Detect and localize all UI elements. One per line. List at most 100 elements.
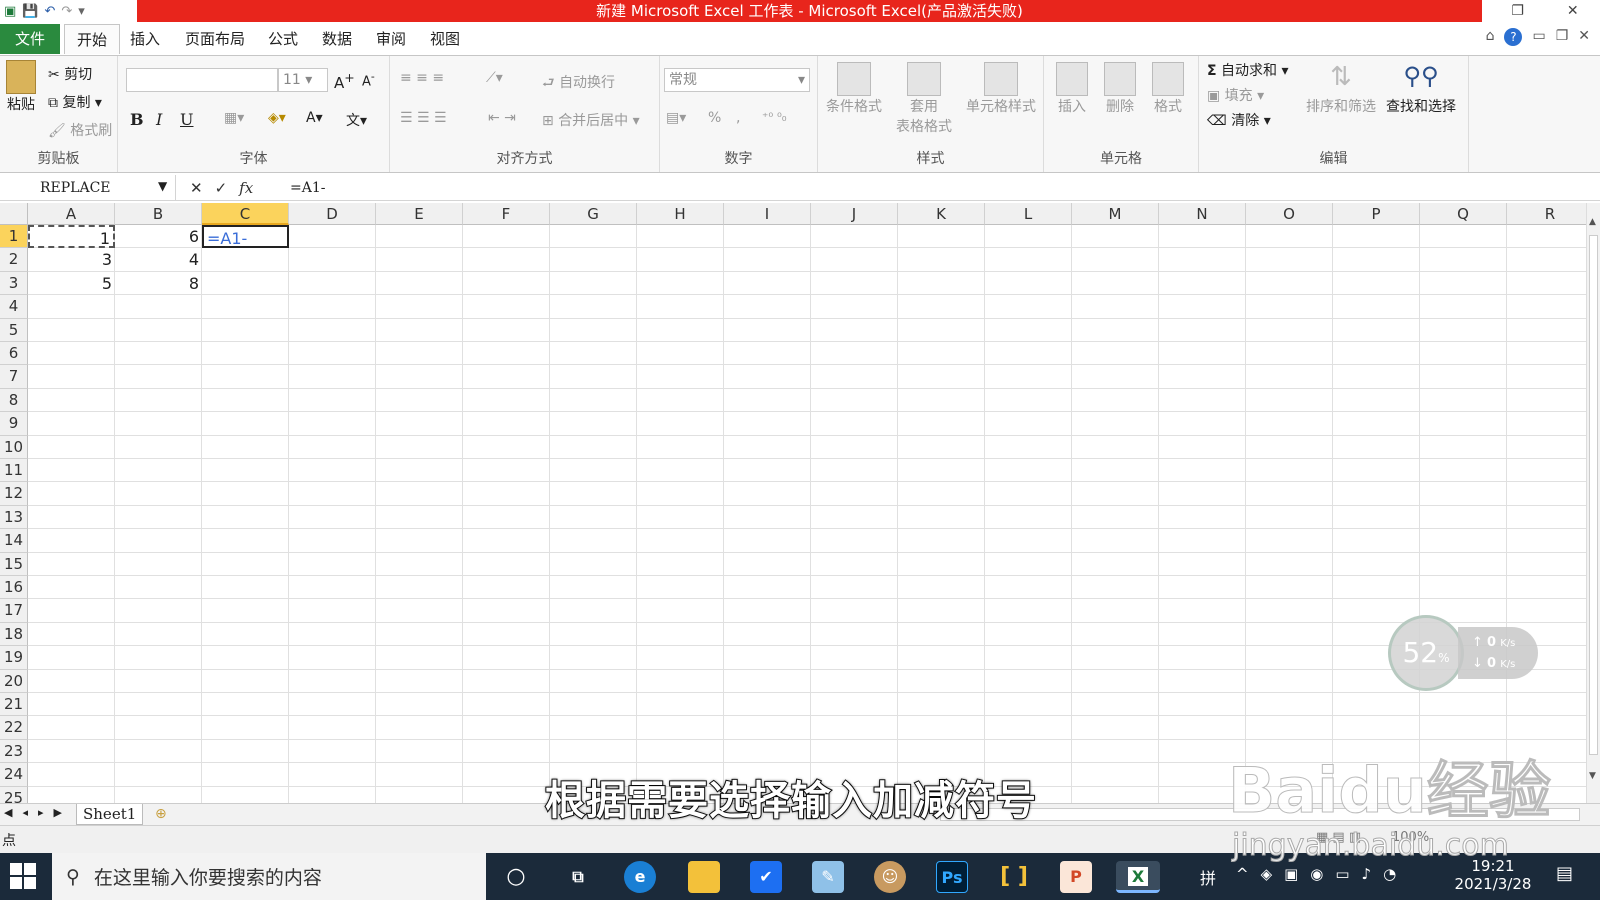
tab-formulas[interactable]: 公式 (268, 24, 298, 54)
column-header-m[interactable]: M (1072, 203, 1159, 225)
bold-button[interactable]: B (130, 110, 144, 129)
row-header-5[interactable]: 5 (0, 318, 28, 342)
column-header-b[interactable]: B (115, 203, 202, 225)
excel-taskbar-icon[interactable]: X (1116, 861, 1160, 893)
system-tray-icons[interactable]: ^◈▣◉▭♪◔ (1236, 865, 1408, 883)
tab-insert[interactable]: 插入 (130, 24, 160, 54)
copy-button[interactable]: ⧉ 复制 ▾ (48, 92, 102, 112)
row-header-15[interactable]: 15 (0, 552, 28, 576)
column-header-c[interactable]: C (202, 203, 289, 225)
column-header-j[interactable]: J (811, 203, 898, 225)
cell-b2[interactable]: 4 (115, 248, 202, 271)
row-header-3[interactable]: 3 (0, 271, 28, 296)
save-icon[interactable]: 💾 (22, 4, 38, 19)
edge-icon[interactable]: e (624, 861, 656, 893)
vertical-scrollbar[interactable]: ▲ ▼ (1586, 203, 1600, 803)
italic-button[interactable]: I (156, 110, 162, 129)
row-header-10[interactable]: 10 (0, 435, 28, 459)
name-box[interactable]: REPLACE (0, 175, 176, 201)
minimize-window-icon[interactable]: ▭ (1532, 28, 1545, 46)
tab-home[interactable]: 开始 (64, 24, 120, 54)
row-header-12[interactable]: 12 (0, 482, 28, 506)
format-painter-button[interactable]: 🖌 格式刷 (48, 120, 112, 140)
tab-review[interactable]: 审阅 (376, 24, 406, 54)
column-header-r[interactable]: R (1507, 203, 1586, 225)
column-header-h[interactable]: H (637, 203, 724, 225)
wrap-text-button[interactable]: ⮐ 自动换行 (542, 72, 615, 96)
comma-button[interactable]: , (736, 110, 740, 126)
column-header-d[interactable]: D (289, 203, 376, 225)
fill-color-icon[interactable]: ◈▾ (268, 110, 286, 126)
scroll-up-icon[interactable]: ▲ (1589, 217, 1596, 227)
paste-button[interactable]: 粘贴 (4, 60, 38, 114)
undo-icon[interactable]: ↶ (44, 4, 55, 19)
row-header-16[interactable]: 16 (0, 576, 28, 600)
security-shield-icon[interactable]: ✔ (750, 861, 782, 893)
percent-button[interactable]: % (708, 110, 721, 126)
row-header-21[interactable]: 21 (0, 693, 28, 717)
cell-b1[interactable]: 6 (115, 225, 202, 248)
worksheet-grid[interactable]: ABCDEFGHIJKLMNOPQR 1 2 3 4 5 6 7 8 9 10 11 12 13 14 15… (0, 203, 1586, 803)
row-header-14[interactable]: 14 (0, 529, 28, 553)
column-header-l[interactable]: L (985, 203, 1072, 225)
align-left-icon[interactable]: ☰ ☰ ☰ (400, 110, 447, 126)
cancel-icon[interactable]: ✕ (190, 179, 203, 197)
underline-button[interactable]: U (180, 110, 193, 129)
row-header-4[interactable]: 4 (0, 295, 28, 319)
notifications-icon[interactable]: ▤ (1556, 863, 1573, 884)
restore-window-icon[interactable]: ❐ (1556, 28, 1569, 46)
row-header-25[interactable]: 25 (0, 786, 28, 803)
brackets-icon[interactable]: [ ] (998, 861, 1030, 893)
insert-function-button[interactable]: fx (239, 179, 253, 197)
column-header-p[interactable]: P (1333, 203, 1420, 225)
taskbar-search-box[interactable]: ⚲ 在这里输入你要搜索的内容 (52, 853, 486, 900)
row-header-24[interactable]: 24 (0, 763, 28, 787)
row-header-2[interactable]: 2 (0, 248, 28, 272)
windows-start-icon[interactable] (10, 863, 36, 889)
formula-input[interactable]: =A1- (290, 175, 325, 201)
cortana-icon[interactable]: ○ (500, 861, 532, 893)
close-icon[interactable]: ✕ (1567, 3, 1579, 19)
column-header-a[interactable]: A (28, 203, 115, 225)
format-as-table-button[interactable]: 套用 表格格式 (892, 62, 956, 136)
app-cat-icon[interactable]: ☺ (874, 861, 906, 893)
font-color-icon[interactable]: A▾ (306, 110, 323, 126)
align-top-icon[interactable]: ≡ ≡ ≡ (400, 70, 444, 86)
row-header-9[interactable]: 9 (0, 412, 28, 436)
sheet-tab-sheet1[interactable]: Sheet1 (76, 804, 144, 825)
format-cells-button[interactable]: 格式 (1148, 62, 1188, 116)
column-header-g[interactable]: G (550, 203, 637, 225)
column-header-f[interactable]: F (463, 203, 550, 225)
cell-b3[interactable]: 8 (115, 272, 202, 295)
insert-cells-button[interactable]: 插入 (1052, 62, 1092, 116)
restore-icon[interactable]: ❐ (1511, 3, 1524, 19)
enter-icon[interactable]: ✓ (215, 179, 228, 197)
cell-a1[interactable]: 1 (28, 225, 115, 249)
shrink-font-button[interactable]: A- (362, 70, 375, 89)
row-header-6[interactable]: 6 (0, 342, 28, 366)
cell-c1[interactable]: =A1- (202, 225, 289, 249)
tab-data[interactable]: 数据 (322, 24, 352, 54)
phonetic-icon[interactable]: 文▾ (346, 110, 367, 130)
close-window-icon[interactable]: ✕ (1578, 28, 1590, 46)
row-header-22[interactable]: 22 (0, 716, 28, 740)
name-box-dropdown-icon[interactable]: ▼ (158, 179, 167, 193)
indent-icon[interactable]: ⇤ ⇥ (488, 110, 516, 126)
row-header-19[interactable]: 19 (0, 646, 28, 670)
orientation-icon[interactable]: ⟋▾ (486, 70, 503, 86)
tab-page-layout[interactable]: 页面布局 (185, 24, 245, 54)
new-sheet-icon[interactable]: ⊕ (155, 806, 167, 822)
cell-a2[interactable]: 3 (28, 248, 115, 271)
column-header-q[interactable]: Q (1420, 203, 1507, 225)
border-icon[interactable]: ▦▾ (224, 110, 244, 126)
row-header-18[interactable]: 18 (0, 622, 28, 647)
app-notes-icon[interactable]: ✎ (812, 861, 844, 893)
ime-indicator[interactable]: 拼 (1200, 865, 1216, 889)
currency-icon[interactable]: ▤▾ (666, 110, 686, 126)
fill-button[interactable]: ▣ 填充 ▾ (1207, 85, 1264, 105)
tab-view[interactable]: 视图 (430, 24, 460, 54)
font-name-select[interactable] (126, 68, 278, 92)
tab-file[interactable]: 文件 (0, 24, 60, 54)
decimal-buttons[interactable]: ⁺⁰ ⁰₀ (762, 110, 787, 124)
row-header-13[interactable]: 13 (0, 505, 28, 530)
